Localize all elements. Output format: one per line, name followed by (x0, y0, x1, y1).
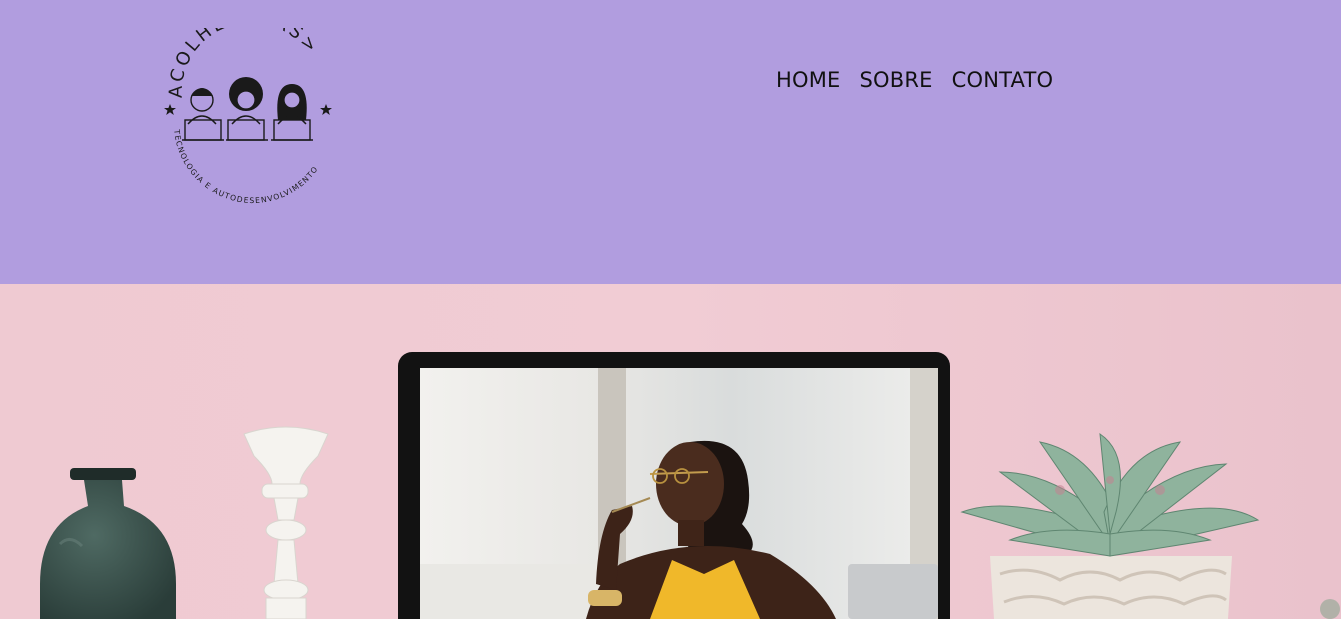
brand-logo[interactable]: ACOLHE<ELAS> TECNOLOGIA E AUTODESENVOLVI… (160, 7, 336, 205)
logo-icon: ACOLHE<ELAS> TECNOLOGIA E AUTODESENVOLVI… (164, 7, 332, 205)
nav-contato-link[interactable]: CONTATO (952, 68, 1054, 92)
hero-illustration (0, 284, 1341, 619)
hero-image (0, 284, 1341, 619)
laptop-icon (398, 352, 950, 619)
main-nav: HOME SOBRE CONTATO (776, 68, 1053, 92)
site-header: ACOLHE<ELAS> TECNOLOGIA E AUTODESENVOLVI… (0, 0, 1341, 284)
nav-sobre-link[interactable]: SOBRE (860, 68, 933, 92)
nav-home-link[interactable]: HOME (776, 68, 841, 92)
